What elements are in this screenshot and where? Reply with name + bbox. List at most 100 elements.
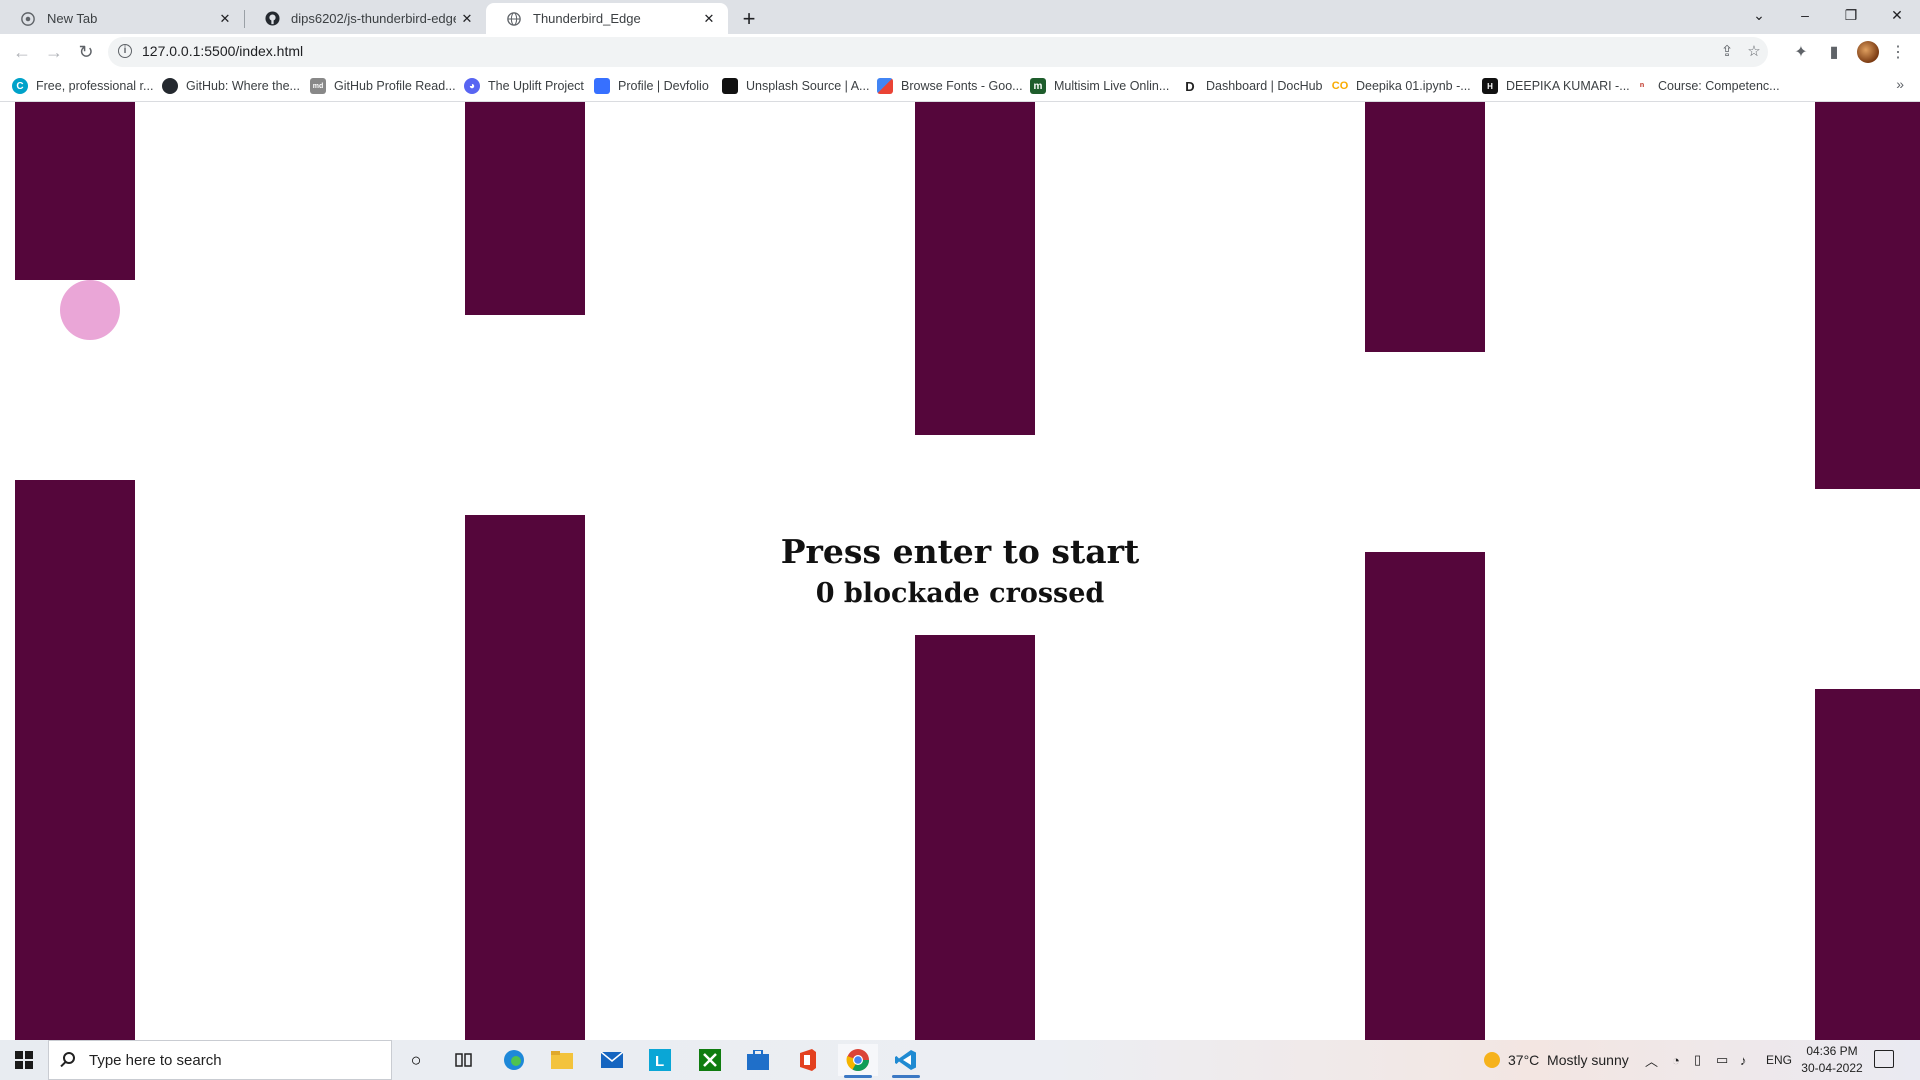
bookmark-item[interactable]: Unsplash Source | A... <box>722 76 869 96</box>
bird <box>60 280 120 340</box>
bookmark-label: Deepika 01.ipynb -... <box>1356 79 1471 93</box>
devfolio-icon <box>594 78 610 94</box>
back-icon[interactable]: ← <box>8 38 36 66</box>
score-text: 0 blockade crossed <box>0 578 1920 609</box>
bookmark-star-icon[interactable]: ☆ <box>1745 43 1763 61</box>
svg-text:L: L <box>655 1053 664 1070</box>
discord-icon: ◕ <box>464 78 480 94</box>
start-message: Press enter to start <box>780 532 1140 571</box>
mail-icon[interactable] <box>592 1044 632 1076</box>
bookmark-item[interactable]: md GitHub Profile Read... <box>310 76 456 96</box>
info-icon[interactable]: i <box>118 44 132 58</box>
menu-icon[interactable]: ⋮ <box>1888 43 1908 63</box>
github-icon <box>162 78 178 94</box>
store-icon[interactable] <box>738 1044 778 1076</box>
bookmarks-bar: C Free, professional r... GitHub: Where … <box>0 70 1920 102</box>
bookmark-item[interactable]: CO Deepika 01.ipynb -... <box>1332 76 1471 96</box>
bookmark-label: Profile | Devfolio <box>618 79 709 93</box>
restore-icon[interactable]: ❐ <box>1828 0 1874 30</box>
bookmark-item[interactable]: D Dashboard | DocHub <box>1182 76 1323 96</box>
score-count: 0 <box>815 578 835 609</box>
network-icon[interactable]: ◔ <box>1672 1040 1680 1080</box>
notifications-icon[interactable] <box>1874 1050 1894 1068</box>
task-view-icon[interactable] <box>444 1044 484 1076</box>
share-icon[interactable]: ⇪ <box>1718 43 1736 61</box>
forward-icon[interactable]: → <box>40 38 68 66</box>
cortana-icon[interactable]: ○ <box>396 1044 436 1076</box>
bookmark-label: Free, professional r... <box>36 79 154 93</box>
display-icon[interactable]: ▭ <box>1716 1040 1728 1080</box>
weather-widget[interactable]: 37°C Mostly sunny <box>1484 1040 1629 1080</box>
bookmark-item[interactable]: GitHub: Where the... <box>162 76 300 96</box>
pipe-bottom <box>915 635 1035 1040</box>
minimize-icon[interactable]: – <box>1782 0 1828 30</box>
tab-label: Thunderbird_Edge <box>533 11 641 26</box>
bookmark-label: Unsplash Source | A... <box>746 79 870 93</box>
pipe-top <box>915 102 1035 435</box>
file-explorer-icon[interactable] <box>542 1044 582 1076</box>
profile-avatar[interactable] <box>1857 41 1879 63</box>
tab-label: dips6202/js-thunderbird-edge <box>291 11 456 26</box>
close-icon[interactable]: ✕ <box>698 8 720 30</box>
sun-icon <box>1484 1052 1500 1068</box>
bookmark-item[interactable]: H DEEPIKA KUMARI -... <box>1482 76 1630 96</box>
tab-strip: New Tab ✕ dips6202/js-thunderbird-edge ✕… <box>0 0 1920 34</box>
tab-label: New Tab <box>47 11 98 26</box>
windows-start-icon[interactable] <box>0 1040 48 1080</box>
tab-search-icon[interactable]: ⌄ <box>1736 0 1782 30</box>
battery-icon[interactable]: ▯ <box>1694 1040 1701 1080</box>
bookmark-label: DEEPIKA KUMARI -... <box>1506 79 1630 93</box>
bookmark-label: GitHub Profile Read... <box>334 79 456 93</box>
google-fonts-icon <box>877 78 893 94</box>
volume-icon[interactable]: ♪ <box>1740 1040 1747 1080</box>
tab-github-repo[interactable]: dips6202/js-thunderbird-edge ✕ <box>244 3 486 34</box>
address-bar[interactable]: i 127.0.0.1:5500/index.html ⇪ ☆ <box>108 37 1768 67</box>
course-icon: ⁿ <box>1634 78 1650 94</box>
bookmark-item[interactable]: C Free, professional r... <box>12 76 153 96</box>
side-panel-icon[interactable]: ▮ <box>1824 43 1844 63</box>
dochub-icon: D <box>1182 78 1198 94</box>
xbox-icon[interactable] <box>690 1044 730 1076</box>
chrome-taskbar-icon[interactable] <box>838 1044 878 1078</box>
bookmark-item[interactable]: Browse Fonts - Goo... <box>877 76 1023 96</box>
bookmark-item[interactable]: Profile | Devfolio <box>594 76 709 96</box>
bookmark-item[interactable]: ◕ The Uplift Project <box>464 76 584 96</box>
chrome-icon <box>20 11 36 27</box>
clock[interactable]: 04:36 PM 30-04-2022 <box>1800 1043 1864 1077</box>
office-icon[interactable] <box>788 1044 828 1076</box>
pipe-bottom <box>1365 552 1485 1040</box>
canva-icon: C <box>12 78 28 94</box>
unsplash-icon <box>722 78 738 94</box>
reload-icon[interactable]: ↻ <box>72 38 100 66</box>
close-icon[interactable]: ✕ <box>456 8 478 30</box>
pipe-bottom <box>1815 689 1920 1040</box>
pipe-top <box>15 102 135 280</box>
tab-new-tab[interactable]: New Tab ✕ <box>0 3 244 34</box>
edge-icon[interactable] <box>494 1044 534 1076</box>
game-canvas[interactable]: Press enter to start 0 blockade crossed <box>0 102 1920 1040</box>
extensions-icon[interactable]: ✦ <box>1791 43 1811 63</box>
bookmark-label: Browse Fonts - Goo... <box>901 79 1023 93</box>
windows-taskbar: Type here to search ○ L 37°C Mostly sunn… <box>0 1040 1920 1080</box>
vscode-icon[interactable] <box>886 1044 926 1078</box>
bookmark-item[interactable]: m Multisim Live Onlin... <box>1030 76 1169 96</box>
clock-date: 30-04-2022 <box>1801 1061 1863 1075</box>
taskbar-search-input[interactable]: Type here to search <box>48 1040 392 1080</box>
bookmark-item[interactable]: ⁿ Course: Competenc... <box>1634 76 1780 96</box>
search-placeholder: Type here to search <box>89 1052 222 1069</box>
more-bookmarks-icon[interactable]: » <box>1896 76 1904 92</box>
url-text[interactable]: 127.0.0.1:5500/index.html <box>142 43 303 59</box>
language-indicator[interactable]: ENG <box>1766 1040 1792 1080</box>
close-window-icon[interactable]: ✕ <box>1874 0 1920 30</box>
score-suffix: blockade crossed <box>843 578 1105 609</box>
weather-text: 37°C Mostly sunny <box>1508 1052 1629 1068</box>
learning-app-icon[interactable]: L <box>640 1044 680 1076</box>
close-icon[interactable]: ✕ <box>214 8 236 30</box>
tab-thunderbird-edge[interactable]: Thunderbird_Edge ✕ <box>486 3 728 34</box>
readme-icon: md <box>310 78 326 94</box>
show-hidden-icons[interactable]: ︿ <box>1645 1040 1658 1080</box>
pipe-top <box>465 102 585 315</box>
globe-icon <box>506 11 522 27</box>
new-tab-button[interactable]: + <box>736 6 762 32</box>
hackerearth-icon: H <box>1482 78 1498 94</box>
